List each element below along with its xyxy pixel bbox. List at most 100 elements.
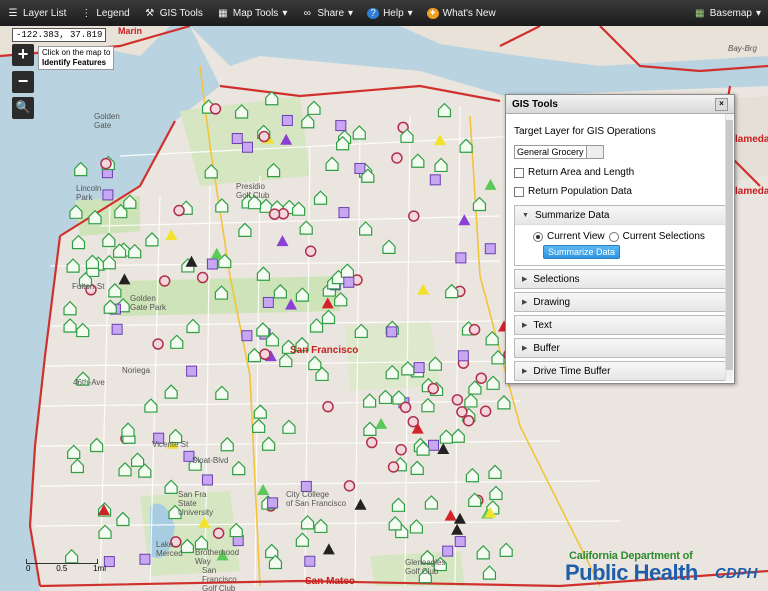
- facility-circle-marker[interactable]: [268, 208, 281, 220]
- zoom-out-button[interactable]: −: [12, 71, 34, 93]
- coordinate-readout: -122.383, 37.819: [12, 28, 107, 42]
- facility-square-marker[interactable]: [111, 323, 123, 335]
- facility-circle-marker[interactable]: [212, 527, 225, 539]
- facility-square-marker[interactable]: [338, 207, 350, 219]
- help-menu[interactable]: ? Help ▾: [360, 0, 420, 26]
- facility-square-marker[interactable]: [186, 365, 198, 377]
- facility-square-marker[interactable]: [454, 536, 466, 548]
- drive-time-buffer-section[interactable]: ▶ Drive Time Buffer: [514, 361, 726, 381]
- facility-circle-marker[interactable]: [366, 436, 378, 449]
- summarize-data-button[interactable]: Summarize Data: [543, 245, 621, 259]
- panel-body: Target Layer for GIS Operations General …: [506, 114, 734, 381]
- return-population-checkbox[interactable]: [514, 186, 524, 197]
- facility-circle-marker[interactable]: [209, 103, 222, 115]
- facility-square-marker[interactable]: [267, 497, 279, 509]
- facility-square-marker[interactable]: [281, 114, 293, 126]
- layer-list-button[interactable]: ☰ Layer List: [0, 0, 73, 26]
- facility-circle-marker[interactable]: [408, 210, 420, 222]
- facility-square-marker[interactable]: [231, 133, 243, 145]
- facility-circle-marker[interactable]: [322, 400, 334, 413]
- facility-square-marker[interactable]: [386, 326, 398, 338]
- facility-square-marker[interactable]: [139, 553, 151, 565]
- summarize-header[interactable]: ▼ Summarize Data: [515, 206, 725, 224]
- scale-half: 0.5: [56, 564, 68, 573]
- facility-circle-marker[interactable]: [100, 157, 112, 170]
- facility-square-marker[interactable]: [429, 174, 441, 186]
- legend-button[interactable]: ⋮ Legend: [73, 0, 136, 26]
- facility-square-marker[interactable]: [484, 243, 496, 255]
- facility-circle-marker[interactable]: [196, 271, 209, 284]
- facility-circle-marker[interactable]: [456, 406, 468, 418]
- facility-square-marker[interactable]: [304, 555, 316, 567]
- facility-square-marker[interactable]: [354, 162, 366, 174]
- sloat-label: Sloat-Blvd: [192, 456, 229, 465]
- facility-square-marker[interactable]: [427, 439, 439, 451]
- facility-square-marker[interactable]: [455, 252, 467, 264]
- gis-tools-button[interactable]: ⚒ GIS Tools: [137, 0, 210, 26]
- facility-circle-marker[interactable]: [395, 443, 407, 456]
- panel-header: GIS Tools ×: [506, 95, 734, 114]
- brotherhood-label: Brotherhood Way: [195, 548, 240, 566]
- 46th-ave-label: 46th-Ave: [73, 378, 105, 387]
- search-icon: 🔍: [15, 100, 31, 114]
- map-tools-menu[interactable]: ▦ Map Tools ▾: [210, 0, 294, 26]
- current-view-radio[interactable]: [533, 231, 543, 242]
- noriega-label: Noriega: [122, 366, 151, 375]
- facility-circle-marker[interactable]: [399, 401, 412, 414]
- facility-circle-marker[interactable]: [158, 275, 171, 287]
- panel-scrollbar[interactable]: [725, 114, 733, 381]
- buffer-section[interactable]: ▶ Buffer: [514, 338, 726, 358]
- marin-label: Marin: [118, 26, 143, 36]
- facility-square-marker[interactable]: [102, 189, 114, 201]
- selections-section[interactable]: ▶ Selections: [514, 269, 726, 289]
- target-layer-label: Target Layer for GIS Operations: [514, 126, 656, 137]
- facility-circle-marker[interactable]: [258, 130, 270, 143]
- basemap-menu[interactable]: ▦ Basemap ▾: [687, 0, 768, 26]
- drawing-section[interactable]: ▶ Drawing: [514, 292, 726, 312]
- current-selections-radio[interactable]: [608, 231, 619, 242]
- vicente-label: Vicente St: [152, 440, 189, 449]
- search-button[interactable]: 🔍: [12, 97, 34, 119]
- facility-square-marker[interactable]: [241, 141, 253, 153]
- facility-circle-marker[interactable]: [173, 204, 185, 217]
- facility-circle-marker[interactable]: [391, 152, 403, 164]
- scrollbar-thumb[interactable]: [726, 120, 733, 370]
- close-button[interactable]: ×: [715, 97, 728, 111]
- triangle-right-icon: ▶: [522, 299, 528, 306]
- facility-square-marker[interactable]: [457, 350, 469, 362]
- facility-square-marker[interactable]: [201, 474, 213, 486]
- facility-circle-marker[interactable]: [479, 405, 492, 418]
- facility-circle-marker[interactable]: [475, 372, 487, 384]
- facility-square-marker[interactable]: [206, 258, 218, 270]
- facility-circle-marker[interactable]: [451, 394, 464, 406]
- share-menu[interactable]: ∞ Share ▾: [294, 0, 360, 26]
- facility-square-marker[interactable]: [335, 120, 347, 132]
- lake-merced-label: Lake Merced: [156, 540, 183, 558]
- zoom-in-button[interactable]: +: [12, 44, 34, 66]
- facility-circle-marker[interactable]: [407, 415, 419, 428]
- facility-square-marker[interactable]: [262, 296, 274, 308]
- facility-square-marker[interactable]: [442, 545, 454, 557]
- facility-circle-marker[interactable]: [468, 323, 481, 336]
- facility-circle-marker[interactable]: [462, 414, 475, 427]
- target-layer-select[interactable]: General Grocery: [514, 145, 604, 159]
- facility-circle-marker[interactable]: [387, 461, 400, 473]
- whats-new-button[interactable]: ✦ What's New: [420, 0, 503, 26]
- facility-circle-marker[interactable]: [427, 382, 439, 395]
- return-area-checkbox[interactable]: [514, 167, 524, 178]
- text-section[interactable]: ▶ Text: [514, 315, 726, 335]
- triangle-right-icon: ▶: [522, 345, 528, 352]
- lincoln-park-label: Lincoln Park: [76, 184, 102, 202]
- facility-square-marker[interactable]: [241, 330, 253, 342]
- facility-circle-marker[interactable]: [152, 338, 164, 350]
- gis-tools-panel: GIS Tools × Target Layer for GIS Operati…: [505, 94, 735, 384]
- facility-circle-marker[interactable]: [304, 245, 317, 258]
- facility-square-marker[interactable]: [343, 276, 355, 288]
- legend-icon: ⋮: [81, 7, 92, 19]
- triangle-down-icon: ▼: [522, 211, 529, 219]
- facility-circle-marker[interactable]: [259, 348, 271, 361]
- ccsf-label: City College of San Francisco: [286, 490, 347, 508]
- panel-title: GIS Tools: [512, 98, 558, 110]
- help-icon: ?: [367, 7, 380, 19]
- facility-square-marker[interactable]: [413, 362, 425, 374]
